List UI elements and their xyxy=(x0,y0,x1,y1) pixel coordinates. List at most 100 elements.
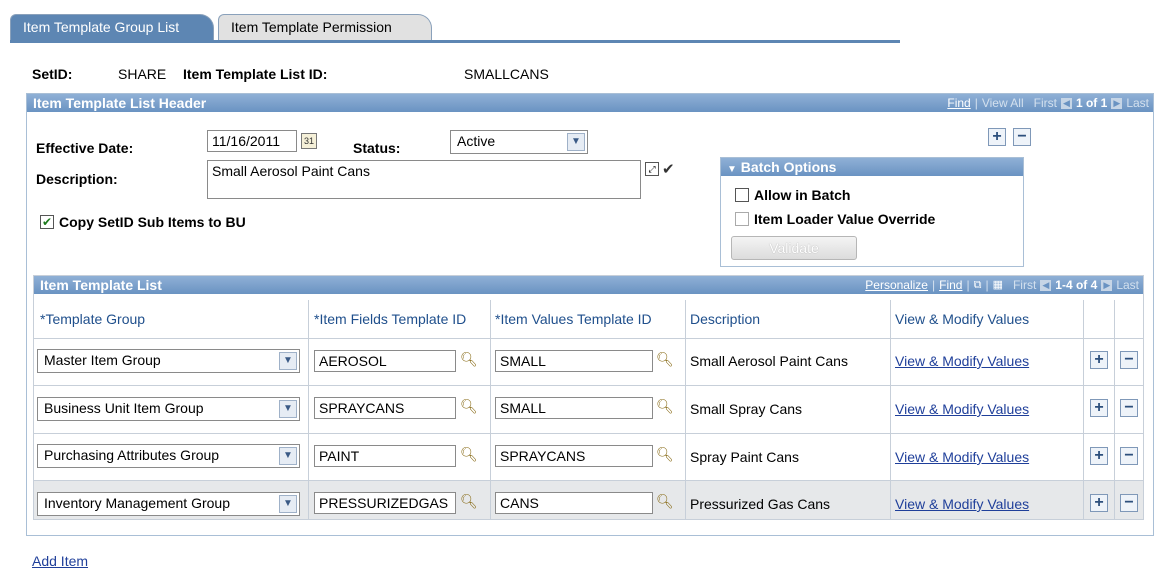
item-values-template-input[interactable]: SPRAYCANS xyxy=(495,445,653,467)
tab-item-template-permission[interactable]: Item Template Permission xyxy=(218,14,432,41)
col-item-values-template: *Item Values Template ID xyxy=(495,311,652,327)
item-fields-template-input[interactable]: SPRAYCANS xyxy=(314,397,456,419)
grid-divider xyxy=(34,385,1143,386)
grid-col-divider xyxy=(1114,300,1115,519)
grid-row-count: 1-4 of 4 xyxy=(1055,278,1098,292)
expand-icon[interactable]: ⤢ xyxy=(645,162,659,176)
setid-value: SHARE xyxy=(118,66,167,82)
template-group-select[interactable]: Inventory Management Group ▼ xyxy=(37,492,300,516)
validate-button[interactable]: Validate xyxy=(731,236,857,260)
item-fields-template-input[interactable]: PAINT xyxy=(314,445,456,467)
prev-arrow-icon: ◀ xyxy=(1060,97,1072,109)
item-values-template-input[interactable]: CANS xyxy=(495,492,653,514)
spellcheck-icon[interactable]: ✔ xyxy=(662,160,675,178)
template-group-value: Inventory Management Group xyxy=(44,495,230,511)
template-group-select[interactable]: Master Item Group ▼ xyxy=(37,349,300,373)
item-values-template-input[interactable]: SMALL xyxy=(495,397,653,419)
chevron-down-icon: ▼ xyxy=(279,495,297,513)
row-description: Pressurized Gas Cans xyxy=(690,496,831,512)
view-modify-values-link[interactable]: View & Modify Values xyxy=(895,353,1029,369)
first-label: First xyxy=(1033,96,1057,110)
lookup-icon[interactable]: 🔍︎ xyxy=(656,493,674,510)
status-select[interactable]: Active ▼ xyxy=(450,130,588,154)
lookup-icon[interactable]: 🔍︎ xyxy=(460,351,478,368)
batch-options-title: Batch Options xyxy=(740,159,837,175)
find-link[interactable]: Find xyxy=(947,94,970,112)
col-item-fields-template: *Item Fields Template ID xyxy=(314,311,467,327)
lookup-icon[interactable]: 🔍︎ xyxy=(460,446,478,463)
collapse-arrow-icon: ▼ xyxy=(727,164,737,175)
item-fields-template-input[interactable]: PRESSURIZEDGAS xyxy=(314,492,456,514)
list-id-value: SMALLCANS xyxy=(464,66,549,82)
template-group-value: Purchasing Attributes Group xyxy=(44,447,220,463)
effective-date-label: Effective Date: xyxy=(36,140,134,156)
list-header-nav: Find | View All First ◀ 1 of 1 ▶ Last xyxy=(947,94,1149,112)
item-fields-template-input[interactable]: AEROSOL xyxy=(314,350,456,372)
view-modify-values-link[interactable]: View & Modify Values xyxy=(895,449,1029,465)
delete-row-icon[interactable]: − xyxy=(1120,351,1138,369)
add-row-icon[interactable]: + xyxy=(1090,494,1108,512)
add-row-icon[interactable]: + xyxy=(1090,351,1108,369)
row-count: 1 of 1 xyxy=(1075,96,1108,110)
view-modify-values-link[interactable]: View & Modify Values xyxy=(895,401,1029,417)
add-item-link[interactable]: Add Item xyxy=(32,553,88,569)
grid-col-divider xyxy=(1083,300,1084,519)
view-in-window-icon[interactable]: ⧉ xyxy=(974,276,982,294)
grid-prev-arrow-icon: ◀ xyxy=(1040,279,1052,291)
personalize-link[interactable]: Personalize xyxy=(865,276,928,294)
template-group-value: Master Item Group xyxy=(44,352,161,368)
effective-date-input[interactable]: 11/16/2011 xyxy=(207,130,297,152)
lookup-icon[interactable]: 🔍︎ xyxy=(460,398,478,415)
delete-row-icon[interactable]: − xyxy=(1120,447,1138,465)
row-description: Small Spray Cans xyxy=(690,401,803,417)
calendar-icon[interactable]: 31 xyxy=(301,133,317,149)
chevron-down-icon: ▼ xyxy=(567,133,585,151)
grid-col-divider xyxy=(685,300,686,519)
next-arrow-icon: ▶ xyxy=(1111,97,1123,109)
delete-row-icon[interactable]: − xyxy=(1120,494,1138,512)
lookup-icon[interactable]: 🔍︎ xyxy=(460,493,478,510)
lookup-icon[interactable]: 🔍︎ xyxy=(656,351,674,368)
chevron-down-icon: ▼ xyxy=(279,400,297,418)
download-grid-icon[interactable]: ▦ xyxy=(993,276,1003,294)
template-group-value: Business Unit Item Group xyxy=(44,400,204,416)
col-view-modify: View & Modify Values xyxy=(895,311,1030,327)
description-input[interactable]: Small Aerosol Paint Cans xyxy=(207,160,641,199)
allow-in-batch-checkbox[interactable] xyxy=(735,188,749,202)
view-modify-values-link[interactable]: View & Modify Values xyxy=(895,496,1029,512)
add-row-icon[interactable]: + xyxy=(1090,447,1108,465)
template-list-nav: Personalize | Find | ⧉ | ▦ First ◀ 1-4 o… xyxy=(865,276,1139,294)
add-row-icon[interactable]: + xyxy=(1090,399,1108,417)
last-label: Last xyxy=(1126,96,1149,110)
delete-row-icon[interactable]: − xyxy=(1120,399,1138,417)
item-values-template-input[interactable]: SMALL xyxy=(495,350,653,372)
grid-find-link[interactable]: Find xyxy=(939,276,962,294)
batch-options-bar[interactable]: ▼ Batch Options xyxy=(721,158,1023,176)
tab-item-template-group-list[interactable]: Item Template Group List xyxy=(10,14,214,41)
list-header-bar: Item Template List Header Find | View Al… xyxy=(27,94,1153,112)
grid-divider xyxy=(34,338,1143,339)
grid-first-label: First xyxy=(1012,278,1037,292)
grid-last-label: Last xyxy=(1116,278,1139,292)
lookup-icon[interactable]: 🔍︎ xyxy=(656,398,674,415)
allow-in-batch-label: Allow in Batch xyxy=(754,187,851,203)
grid-divider xyxy=(34,433,1143,434)
delete-row-icon[interactable]: − xyxy=(1013,128,1031,146)
copy-setid-checkbox[interactable]: ✔ xyxy=(40,215,54,229)
setid-label: SetID: xyxy=(32,66,73,82)
description-label: Description: xyxy=(36,171,118,187)
tab-bar: Item Template Group List Item Template P… xyxy=(10,14,900,41)
grid-col-divider xyxy=(890,300,891,519)
row-description: Small Aerosol Paint Cans xyxy=(690,353,848,369)
item-loader-override-checkbox[interactable] xyxy=(735,212,749,226)
template-group-select[interactable]: Purchasing Attributes Group ▼ xyxy=(37,444,300,468)
status-value: Active xyxy=(457,133,496,149)
template-group-select[interactable]: Business Unit Item Group ▼ xyxy=(37,397,300,421)
col-description: Description xyxy=(690,311,761,327)
add-row-icon[interactable]: + xyxy=(988,128,1006,146)
grid-next-arrow-icon: ▶ xyxy=(1101,279,1113,291)
template-list-bar: Item Template List Personalize | Find | … xyxy=(34,276,1143,294)
grid-col-divider xyxy=(490,300,491,519)
lookup-icon[interactable]: 🔍︎ xyxy=(656,446,674,463)
col-template-group: *Template Group xyxy=(40,311,146,327)
